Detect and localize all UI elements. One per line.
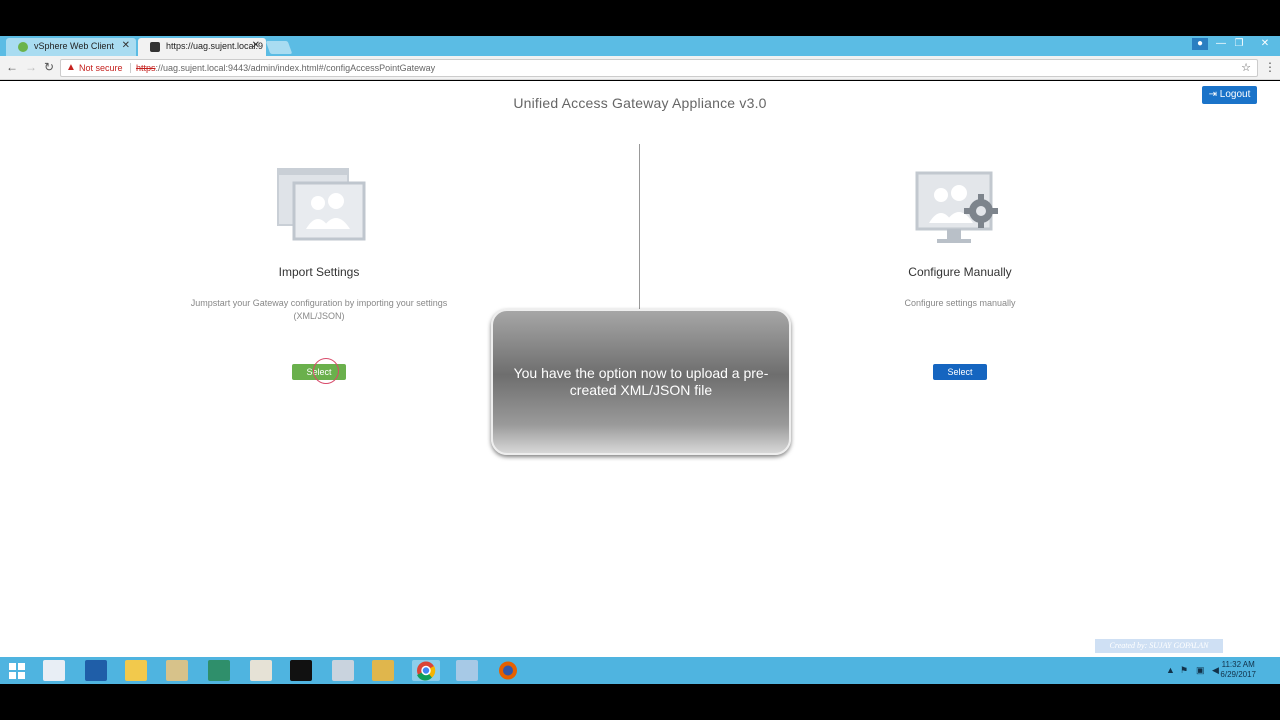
close-icon[interactable]: ✕ [252,40,260,51]
back-icon[interactable]: ← [5,60,19,74]
minimize-icon[interactable]: — [1214,38,1228,50]
show-hidden-icons[interactable]: ▲ [1166,665,1175,675]
tutorial-callout: You have the option now to upload a pre-… [491,309,791,455]
notepad-icon[interactable] [250,660,272,681]
network-icon[interactable] [208,660,230,681]
url-path: ://uag.sujent.local:9443/admin/index.htm… [155,63,436,73]
url-text: https://uag.sujent.local:9443/admin/inde… [136,60,435,76]
forward-icon[interactable]: → [24,60,38,74]
tab-label: vSphere Web Client [34,41,114,51]
chrome-icon [417,661,436,681]
user-profile-icon[interactable]: ● [1192,38,1208,50]
logout-icon: ⇥ [1208,89,1220,100]
vertical-divider [639,144,640,309]
import-settings-icon [277,168,366,241]
vmware-icon [150,42,160,52]
new-tab-button[interactable] [265,41,293,54]
clock-date: 6/29/2017 [1220,670,1256,679]
divider [130,63,131,73]
certificate-icon[interactable] [372,660,394,681]
watermark: Created by: SUJAY GOPALAN [1095,639,1223,653]
url-scheme: https [136,63,156,73]
flag-icon[interactable]: ⚑ [1180,665,1188,676]
chrome-taskbar-item[interactable] [412,660,440,681]
import-settings-description: Jumpstart your Gateway configuration by … [160,297,478,323]
system-clock[interactable]: 11:32 AM 6/29/2017 [1220,660,1256,680]
command-prompt-icon[interactable] [290,660,312,681]
browser-toolbar: ← → ↻ ▲ Not secure https://uag.sujent.lo… [0,56,1280,80]
close-icon[interactable]: ✕ [122,40,130,51]
toolbox-icon[interactable] [166,660,188,681]
page-title: Unified Access Gateway Appliance v3.0 [513,95,767,111]
manual-select-button[interactable]: Select [933,364,987,380]
powershell-icon[interactable] [85,660,107,681]
windows-start-icon[interactable] [6,660,28,681]
browser-tab-strip: vSphere Web Client ✕ https://uag.sujent.… [0,36,1280,56]
import-settings-title: Import Settings [278,265,360,279]
server-manager-icon[interactable] [43,660,65,681]
tab-vsphere[interactable]: vSphere Web Client ✕ [6,38,136,56]
configure-manually-icon [915,171,998,243]
screen: vSphere Web Client ✕ https://uag.sujent.… [0,0,1280,720]
import-desc-line1: Jumpstart your Gateway configuration by … [190,298,448,308]
firefox-taskbar-item[interactable] [497,660,519,681]
click-indicator [313,358,339,384]
configure-manually-title: Configure Manually [908,265,1012,279]
tab-label: https://uag.sujent.local:9 [166,41,264,51]
bookmark-star-icon[interactable]: ☆ [1241,60,1251,76]
taskbar: ▲ ⚑ ▣ ◀ 11:32 AM 6/29/2017 [0,657,1280,684]
remote-desktop-icon[interactable] [332,660,354,681]
logout-label: Logout [1219,89,1251,100]
reload-icon[interactable]: ↻ [42,60,56,74]
tab-uag[interactable]: https://uag.sujent.local:9 ✕ [138,38,266,56]
page-content: Unified Access Gateway Appliance v3.0 ⇥ … [0,81,1280,657]
logout-button[interactable]: ⇥ Logout [1202,86,1257,104]
close-window-icon[interactable]: ✕ [1256,38,1274,50]
firefox-icon [499,661,517,680]
vsphere-icon [18,42,28,52]
volume-icon[interactable]: ◀ [1212,665,1219,676]
vsphere-client-icon[interactable] [456,660,478,681]
import-desc-line2: (XML/JSON) [293,311,345,321]
clock-time: 11:32 AM [1221,660,1255,669]
security-status: Not secure [79,63,123,73]
restore-icon[interactable]: ❐ [1232,38,1246,50]
configure-manually-description: Configure settings manually [904,298,1016,308]
file-explorer-icon[interactable] [125,660,147,681]
warning-icon: ▲ [66,62,76,73]
menu-icon[interactable]: ⋮ [1263,60,1277,74]
network-tray-icon[interactable]: ▣ [1196,665,1205,676]
address-bar[interactable]: ▲ Not secure https://uag.sujent.local:94… [60,59,1258,77]
